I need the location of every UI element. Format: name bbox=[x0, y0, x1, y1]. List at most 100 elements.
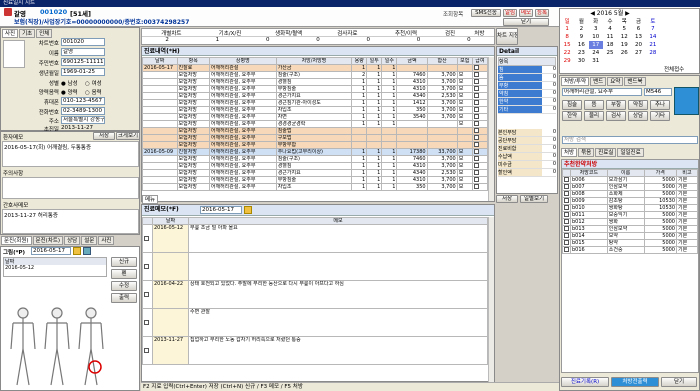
name-field[interactable]: 갈영 bbox=[61, 48, 105, 56]
print-button[interactable]: 출력 bbox=[111, 293, 137, 303]
close-button[interactable]: 닫기 bbox=[503, 18, 549, 26]
calendar-day[interactable]: 17 bbox=[588, 41, 603, 49]
herbal-checkbox[interactable] bbox=[562, 239, 571, 247]
detail-item[interactable]: 침0 bbox=[498, 66, 556, 74]
tab-survey[interactable]: 설문 bbox=[81, 236, 98, 245]
table-row[interactable]: b009 감초탕 10530 기본 bbox=[562, 197, 698, 205]
herbal-checkbox[interactable] bbox=[562, 190, 571, 198]
tab-bandbook[interactable]: 밴드북 bbox=[624, 77, 646, 86]
summary-label-history[interactable]: 추천/이력 bbox=[377, 29, 436, 37]
benefit-checkbox[interactable] bbox=[471, 92, 488, 100]
table-row[interactable]: b015 탕약 5000 기본 bbox=[562, 239, 698, 247]
body-chart-date[interactable]: 2016-05-17 bbox=[31, 247, 71, 255]
detail-item[interactable]: 부항 0 bbox=[498, 82, 556, 90]
calendar-day[interactable] bbox=[646, 57, 660, 65]
note-checkbox[interactable] bbox=[142, 224, 153, 253]
detail-item[interactable]: 약침 0 bbox=[498, 90, 556, 98]
address-field[interactable]: 서울특별시 강동구 명일동 775 쌍용 bbox=[61, 116, 105, 124]
tab-bundle[interactable]: 묶음 bbox=[578, 148, 595, 157]
table-row[interactable]: b013 인삼보약 5000 기본 bbox=[562, 225, 698, 233]
diagnosis-field[interactable]: 어깨허리관절, 요추부 bbox=[562, 88, 642, 96]
col-benefit[interactable]: 급여 bbox=[471, 57, 488, 65]
treatment-type-button[interactable]: 기타 bbox=[650, 111, 670, 121]
table-row[interactable]: 보험처방 어깨허리관절, 요추부 자면 1 1 1 3540 3,700 보 bbox=[142, 113, 488, 121]
herbal-checkbox[interactable] bbox=[562, 183, 571, 191]
chart-no-field[interactable]: 001020 bbox=[61, 38, 105, 46]
col-daily[interactable]: 일투 bbox=[366, 57, 383, 65]
calendar-day[interactable]: 6 bbox=[631, 25, 645, 33]
calendar-day[interactable]: 7 bbox=[646, 25, 660, 33]
herbal-checkbox[interactable] bbox=[562, 225, 571, 233]
pen-button[interactable]: 펜 bbox=[111, 269, 137, 279]
tab-band[interactable]: 밴드 bbox=[590, 77, 607, 86]
calendar-day[interactable]: 5 bbox=[617, 25, 631, 33]
alert-button-2[interactable]: 메모 bbox=[519, 9, 533, 17]
calendar-next-icon[interactable]: ▶ bbox=[623, 10, 630, 17]
col-ins[interactable]: 보험 bbox=[456, 57, 473, 65]
treatment-type-button[interactable]: 부항 bbox=[606, 100, 626, 110]
tab-body[interactable]: 인체 bbox=[36, 29, 53, 38]
mobile-field[interactable]: 010-123-4567 bbox=[61, 97, 105, 105]
phone-field[interactable]: 02-3489-1300 bbox=[61, 107, 105, 115]
summary-label-individual[interactable]: 개별차트 bbox=[142, 29, 201, 37]
calendar-day[interactable] bbox=[603, 57, 617, 65]
notes-scrollbar[interactable] bbox=[488, 217, 494, 382]
table-row[interactable]: 보험처방 어깨허리관절, 요추부 경근침기관-아이성도 1 1 1 1412 3,700 보 bbox=[142, 99, 488, 107]
table-row[interactable]: 보험처방 어깨허리관절, 요추부 부항침술 1 1 1 4310 3,700 보 bbox=[142, 176, 488, 184]
calendar-day[interactable]: 23 bbox=[574, 49, 588, 57]
table-row[interactable]: 2016-05-09 진찰처방 어깨허리관절, 요추부 추나요법(고부리이상) 1 1 1 1… bbox=[142, 148, 488, 156]
benefit-checkbox[interactable] bbox=[471, 127, 488, 135]
calendar-day[interactable]: 2 bbox=[574, 25, 588, 33]
chart-assign-button[interactable]: 차트 지정 bbox=[496, 28, 518, 45]
lunar-radio[interactable]: ○ 음력 bbox=[85, 88, 102, 96]
list-item[interactable]: 2013-11-27 집업하고 무리한 노동 갑자기 허리쪽으로 저렸던 통증 bbox=[142, 336, 488, 365]
note-checkbox[interactable] bbox=[142, 308, 153, 337]
table-row[interactable]: b010 쌍화탕 10530 기본 bbox=[562, 204, 698, 212]
summary-label-exam[interactable]: 검진 bbox=[435, 29, 464, 37]
herbal-col-note[interactable]: 비고 bbox=[676, 169, 698, 177]
tab-summary[interactable]: 요약 bbox=[607, 77, 624, 86]
tab-interview-chart[interactable]: 문진(차트) bbox=[32, 236, 64, 245]
calendar-icon[interactable] bbox=[73, 247, 81, 255]
memo-save-button[interactable]: 저장 bbox=[93, 132, 115, 140]
herbal-checkbox[interactable] bbox=[562, 204, 571, 212]
benefit-checkbox[interactable] bbox=[471, 176, 488, 184]
col-amount[interactable]: 금액 bbox=[396, 57, 428, 65]
herbal-checkbox[interactable] bbox=[562, 232, 571, 240]
new-drawing-button[interactable]: 신규 bbox=[111, 257, 137, 267]
treatment-type-button[interactable]: 약침 bbox=[628, 100, 648, 110]
treatment-type-button[interactable]: 물리 bbox=[584, 111, 604, 121]
benefit-checkbox[interactable] bbox=[471, 99, 488, 107]
benefit-checkbox[interactable] bbox=[471, 148, 488, 156]
sms-button[interactable]: SMS전송 bbox=[471, 9, 501, 17]
prescription-search-input[interactable]: 처방 검색 bbox=[562, 136, 698, 144]
calendar-day[interactable]: 16 bbox=[574, 41, 588, 49]
col-sum[interactable]: 합산 bbox=[426, 57, 458, 65]
calendar-day[interactable]: 11 bbox=[603, 33, 617, 41]
calendar-day[interactable]: 9 bbox=[574, 33, 588, 41]
birth-field[interactable]: 1969-01-25 bbox=[61, 68, 105, 76]
tab-basic[interactable]: 기초 bbox=[19, 29, 36, 38]
herbal-checkbox[interactable] bbox=[562, 197, 571, 205]
calendar-day[interactable]: 1 bbox=[560, 25, 574, 33]
table-row[interactable]: b016 소건중 5000 기본 bbox=[562, 246, 698, 254]
benefit-checkbox[interactable] bbox=[471, 155, 488, 163]
daily-view-button[interactable]: 일별보기 bbox=[520, 195, 548, 203]
calendar-day[interactable]: 19 bbox=[617, 41, 631, 49]
nurse-memo-textarea[interactable]: 2013-11-27 허리통증 bbox=[2, 209, 139, 234]
tab-interview-member[interactable]: 문진(회원) bbox=[1, 236, 32, 245]
calendar-day[interactable]: 28 bbox=[646, 49, 660, 57]
benefit-checkbox[interactable] bbox=[471, 85, 488, 93]
diagnosis-code-field[interactable]: M546 bbox=[644, 88, 672, 96]
note-checkbox[interactable] bbox=[142, 252, 153, 281]
benefit-checkbox[interactable] bbox=[471, 183, 488, 191]
tx-save-button[interactable]: 저장 bbox=[496, 195, 518, 203]
rrn-field[interactable]: 690125-1111111 bbox=[61, 58, 105, 66]
benefit-checkbox[interactable] bbox=[471, 71, 488, 79]
tab-consult[interactable]: 상담 bbox=[64, 236, 81, 245]
record-button[interactable]: 진료기록(R) bbox=[561, 377, 609, 387]
benefit-checkbox[interactable] bbox=[471, 141, 488, 149]
table-row[interactable]: 보험처방 어깨허리관절, 요추부 침술(구조) 1 1 1 7460 3,700 보 bbox=[142, 155, 488, 163]
table-row[interactable]: 보험처방 어깨허리관절, 요추부 자입조 1 1 1 350 3,700 보 bbox=[142, 183, 488, 191]
col-days[interactable]: 일수 bbox=[381, 57, 398, 65]
